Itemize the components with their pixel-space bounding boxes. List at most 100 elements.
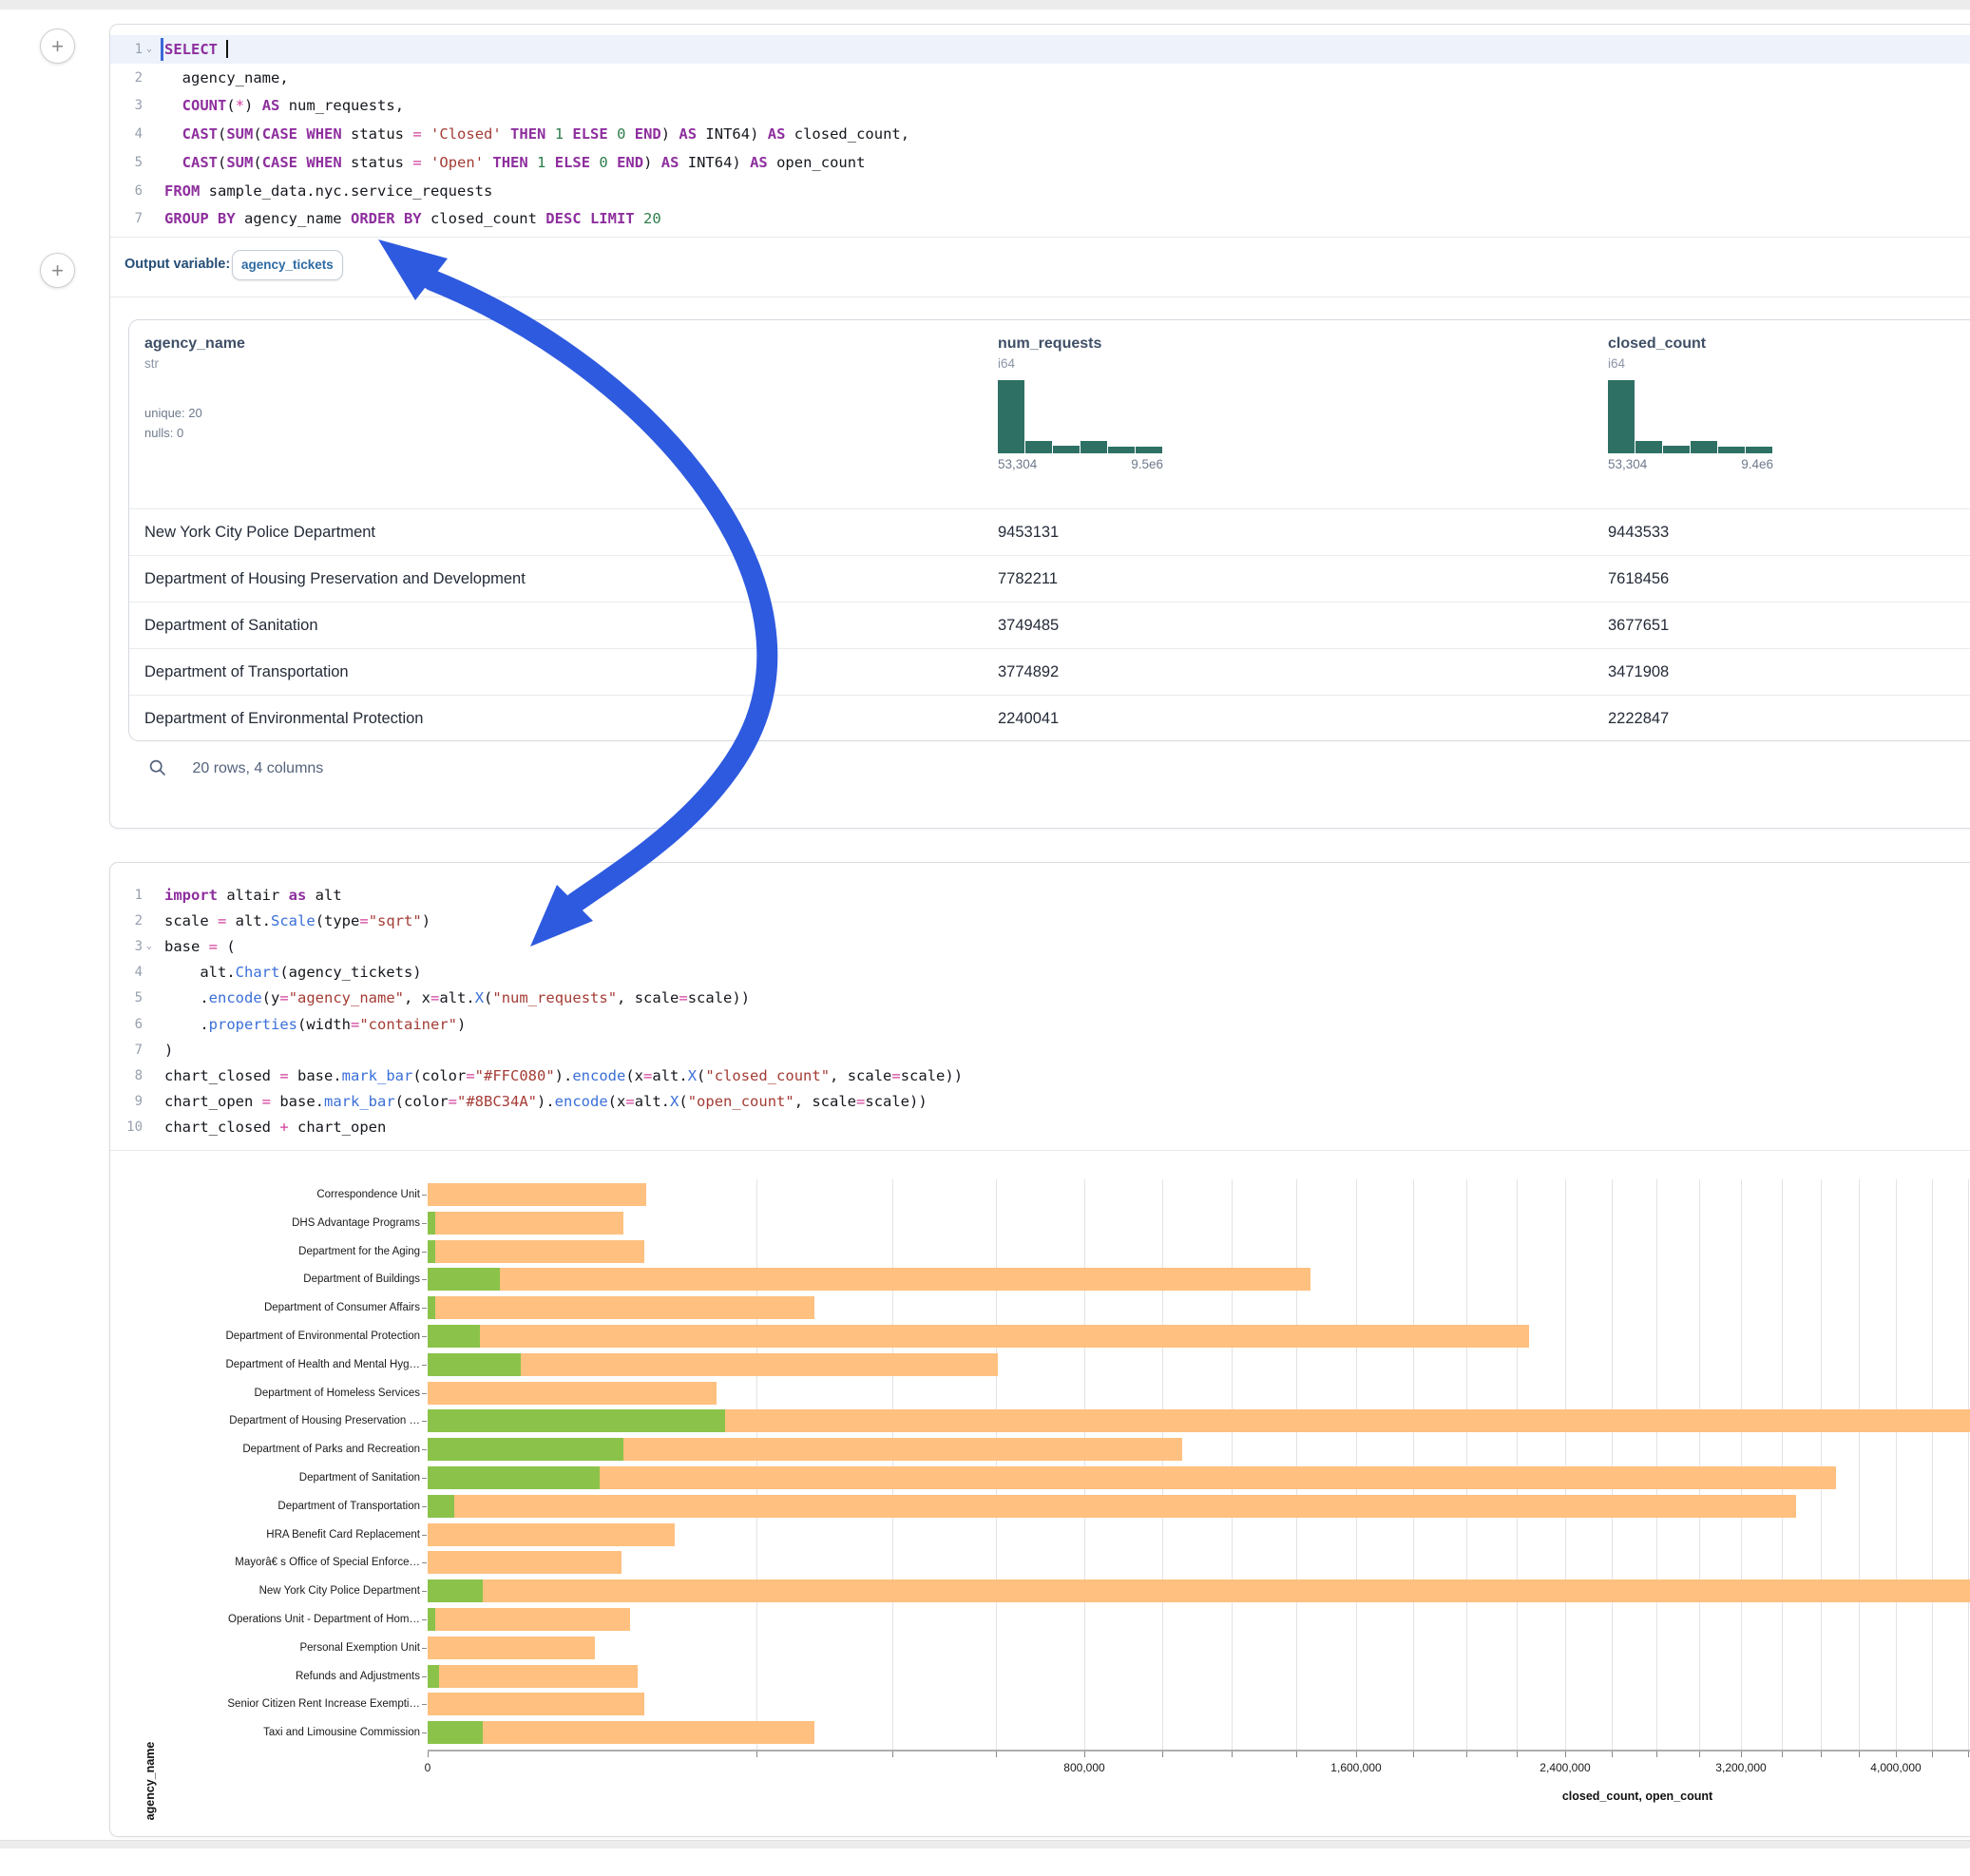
hist-max-label: 9.4e6 bbox=[1741, 457, 1773, 471]
y-axis-label: Department of Parks and Recreation bbox=[110, 1435, 420, 1464]
line-number: 1 bbox=[110, 881, 143, 909]
code-line[interactable]: 6 .properties(width="container") bbox=[110, 1010, 1970, 1039]
fold-chevron-icon[interactable]: ⌄ bbox=[146, 35, 160, 64]
x-axis-tick-label: 1,600,000 bbox=[1330, 1761, 1381, 1774]
code-line[interactable]: 9chart_open = base.mark_bar(color="#8BC3… bbox=[110, 1087, 1970, 1116]
hist-min-label: 53,304 bbox=[998, 457, 1037, 471]
y-axis-label: Department of Health and Mental Hyg… bbox=[110, 1350, 420, 1379]
x-axis-tick bbox=[756, 1752, 757, 1757]
line-number: 2 bbox=[110, 64, 143, 92]
table-cell: 3749485 bbox=[998, 603, 1608, 648]
table-row[interactable]: Department of Environmental Protection22… bbox=[129, 695, 1970, 741]
table-row[interactable]: Department of Transportation377489234719… bbox=[129, 648, 1970, 695]
chart-plot-area bbox=[428, 1179, 1970, 1750]
gridline bbox=[1084, 1179, 1085, 1750]
line-number: 5 bbox=[110, 148, 143, 177]
results-table-header: agency_namestrunique: 20nulls: 0num_requ… bbox=[129, 320, 1970, 474]
bar-open-count bbox=[428, 1579, 483, 1602]
code-text: CAST(SUM(CASE WHEN status = 'Open' THEN … bbox=[164, 148, 865, 177]
hist-max-label: 9.5e6 bbox=[1131, 457, 1163, 471]
x-axis-tick bbox=[996, 1752, 997, 1757]
x-axis-tick bbox=[1517, 1752, 1518, 1757]
code-line[interactable]: 6 FROM sample_data.nyc.service_requests bbox=[110, 177, 1970, 205]
column-header-closed_count[interactable]: closed_counti6453,3049.4e6 bbox=[1608, 320, 1970, 474]
table-cell: 2240041 bbox=[998, 696, 1608, 741]
table-row[interactable]: Department of Housing Preservation and D… bbox=[129, 555, 1970, 602]
row-count-label: 20 rows, 4 columns bbox=[192, 760, 323, 776]
line-number: 6 bbox=[110, 177, 143, 205]
bar-closed-count bbox=[428, 1579, 1970, 1602]
y-axis-label: Operations Unit - Department of Hom… bbox=[110, 1605, 420, 1634]
code-text: chart_closed + chart_open bbox=[164, 1113, 386, 1141]
code-text: .encode(y="agency_name", x=alt.X("num_re… bbox=[164, 984, 750, 1012]
line-number: 4 bbox=[110, 958, 143, 986]
bar-closed-count bbox=[428, 1693, 644, 1715]
table-cell: Department of Transportation bbox=[144, 649, 998, 695]
code-line[interactable]: 1⌄SELECT bbox=[110, 35, 1970, 64]
bar-closed-count bbox=[428, 1240, 644, 1263]
code-line[interactable]: 7) bbox=[110, 1036, 1970, 1064]
add-cell-button-top[interactable]: + bbox=[40, 29, 75, 64]
code-line[interactable]: 8chart_closed = base.mark_bar(color="#FF… bbox=[110, 1062, 1970, 1090]
y-axis-tick bbox=[422, 1223, 427, 1224]
table-cell: 9443533 bbox=[1608, 509, 1970, 555]
code-line[interactable]: 1import altair as alt bbox=[110, 881, 1970, 909]
search-icon[interactable] bbox=[148, 758, 167, 777]
fold-chevron-icon[interactable]: ⌄ bbox=[146, 932, 160, 961]
table-cell: 7618456 bbox=[1608, 556, 1970, 602]
x-axis-tick bbox=[1162, 1752, 1163, 1757]
bar-closed-count bbox=[428, 1608, 630, 1631]
gridline bbox=[1968, 1179, 1969, 1750]
code-text: chart_open = base.mark_bar(color="#8BC34… bbox=[164, 1087, 928, 1116]
code-line[interactable]: 4 alt.Chart(agency_tickets) bbox=[110, 958, 1970, 986]
gridline bbox=[1896, 1179, 1897, 1750]
bar-open-count bbox=[428, 1268, 500, 1291]
x-axis-tick bbox=[1896, 1752, 1897, 1757]
code-line[interactable]: 2 agency_name, bbox=[110, 64, 1970, 92]
code-line[interactable]: 4 CAST(SUM(CASE WHEN status = 'Closed' T… bbox=[110, 120, 1970, 148]
x-axis-tick bbox=[892, 1752, 893, 1757]
y-axis-label: HRA Benefit Card Replacement bbox=[110, 1521, 420, 1549]
bar-open-count bbox=[428, 1665, 439, 1688]
code-line[interactable]: 3⌄base = ( bbox=[110, 932, 1970, 961]
y-axis-label: Department of Housing Preservation … bbox=[110, 1407, 420, 1435]
column-type: i64 bbox=[998, 356, 1608, 371]
table-row[interactable]: Department of Sanitation37494853677651 bbox=[129, 602, 1970, 648]
chart-x-axis-title: closed_count, open_count bbox=[1562, 1790, 1712, 1803]
table-cell: Department of Environmental Protection bbox=[144, 696, 998, 741]
bar-open-count bbox=[428, 1353, 521, 1376]
code-line[interactable]: 10 chart_closed + chart_open bbox=[110, 1113, 1970, 1141]
results-table: agency_namestrunique: 20nulls: 0num_requ… bbox=[128, 319, 1970, 741]
column-header-num_requests[interactable]: num_requestsi6453,3049.5e6 bbox=[998, 320, 1608, 474]
bar-closed-count bbox=[428, 1495, 1796, 1518]
line-number: 10 bbox=[110, 1113, 143, 1141]
table-cell: New York City Police Department bbox=[144, 509, 998, 555]
column-header-agency_name[interactable]: agency_namestrunique: 20nulls: 0 bbox=[144, 320, 998, 474]
y-axis-label: Senior Citizen Rent Increase Exempti… bbox=[110, 1690, 420, 1718]
line-number: 4 bbox=[110, 120, 143, 148]
code-text: base = ( bbox=[164, 932, 236, 961]
table-row[interactable]: New York City Police Department945313194… bbox=[129, 508, 1970, 555]
y-axis-tick bbox=[422, 1591, 427, 1592]
code-text: FROM sample_data.nyc.service_requests bbox=[164, 177, 492, 205]
bar-open-count bbox=[428, 1438, 623, 1461]
line-number: 8 bbox=[110, 1062, 143, 1090]
code-text: CAST(SUM(CASE WHEN status = 'Closed' THE… bbox=[164, 120, 909, 148]
code-line[interactable]: 3 COUNT(*) AS num_requests, bbox=[110, 91, 1970, 120]
bar-closed-count bbox=[428, 1466, 1836, 1489]
bar-closed-count bbox=[428, 1325, 1529, 1348]
chart-x-axis-line bbox=[428, 1750, 1970, 1752]
add-cell-button-middle[interactable]: + bbox=[40, 253, 75, 288]
bar-closed-count bbox=[428, 1721, 814, 1744]
code-line[interactable]: 7GROUP BY agency_name ORDER BY closed_co… bbox=[110, 204, 1970, 233]
code-line[interactable]: 2scale = alt.Scale(type="sqrt") bbox=[110, 907, 1970, 935]
results-table-rows: New York City Police Department945313194… bbox=[129, 508, 1970, 741]
y-axis-tick bbox=[422, 1648, 427, 1649]
y-axis-label: Personal Exemption Unit bbox=[110, 1634, 420, 1662]
code-line[interactable]: 5 .encode(y="agency_name", x=alt.X("num_… bbox=[110, 984, 1970, 1012]
code-text: COUNT(*) AS num_requests, bbox=[164, 91, 404, 120]
output-variable-pill[interactable]: agency_tickets bbox=[232, 250, 343, 280]
code-line[interactable]: 5 CAST(SUM(CASE WHEN status = 'Open' THE… bbox=[110, 148, 1970, 177]
x-axis-tick-label: 3,200,000 bbox=[1715, 1761, 1766, 1774]
column-histogram bbox=[998, 380, 1163, 453]
